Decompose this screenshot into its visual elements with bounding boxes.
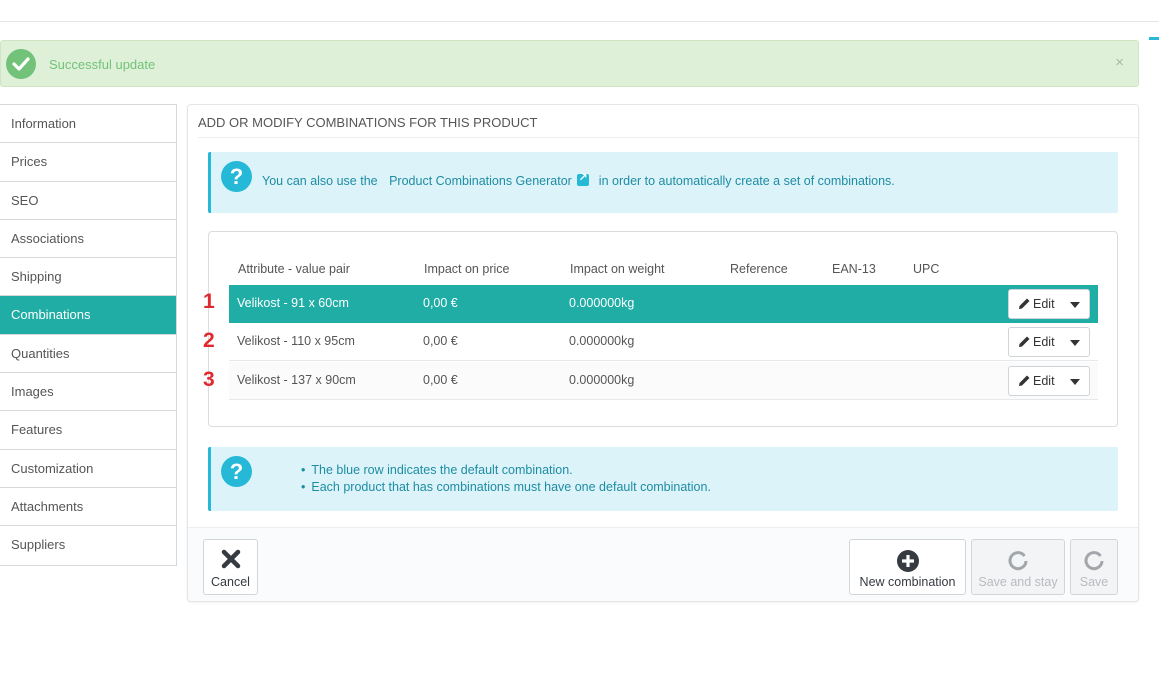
row-marker: 2 <box>203 329 215 352</box>
generator-info-text: You can also use the Product Combination… <box>262 171 895 188</box>
check-circle-icon <box>6 49 36 79</box>
sidebar-item-prices[interactable]: Prices <box>0 143 176 182</box>
generator-link-label[interactable]: Product Combinations Generator <box>389 174 572 188</box>
success-alert: Successful update × <box>0 40 1139 87</box>
edit-label[interactable]: Edit <box>1033 335 1055 349</box>
alert-message: Successful update <box>49 57 156 72</box>
cell-weight: 0.000000kg <box>569 334 635 348</box>
save-and-stay-button[interactable]: Save and stay <box>971 539 1065 595</box>
close-icon <box>221 549 240 569</box>
edit-label[interactable]: Edit <box>1033 374 1055 388</box>
sidebar-item-information[interactable]: Information <box>0 105 176 144</box>
refresh-icon <box>1084 551 1104 571</box>
top-accent-bar <box>1149 37 1159 40</box>
caret-down-icon[interactable] <box>1070 302 1080 308</box>
sidebar-item-suppliers[interactable]: Suppliers <box>0 526 176 564</box>
heading-divider <box>198 137 1138 138</box>
cell-attribute: Velikost - 91 x 60cm <box>237 296 349 310</box>
info-list: The blue row indicates the default combi… <box>301 462 711 496</box>
cell-weight: 0.000000kg <box>569 296 635 310</box>
caret-down-icon[interactable] <box>1070 340 1080 346</box>
pencil-icon <box>1019 298 1030 309</box>
combinations-table: Attribute - value pair Impact on price I… <box>203 231 1118 427</box>
refresh-icon <box>1008 551 1028 571</box>
cell-price: 0,00 € <box>423 373 458 387</box>
new-combination-label[interactable]: New combination <box>850 575 965 589</box>
cancel-button[interactable]: Cancel <box>203 539 258 595</box>
new-combination-button[interactable]: New combination <box>849 539 966 595</box>
sidebar-item-images[interactable]: Images <box>0 373 176 412</box>
cell-weight: 0.000000kg <box>569 373 635 387</box>
column-header-price: Impact on price <box>424 262 510 276</box>
plus-circle-icon <box>896 550 919 572</box>
list-item: Each product that has combinations must … <box>301 479 711 496</box>
column-header-weight: Impact on weight <box>570 262 665 276</box>
alert-close-button[interactable]: × <box>1115 54 1124 71</box>
column-header-ean13: EAN-13 <box>832 262 876 276</box>
row-marker: 1 <box>203 290 215 313</box>
save-label[interactable]: Save <box>1071 575 1117 589</box>
question-icon: ? <box>221 456 252 487</box>
edit-button[interactable]: Edit <box>1008 327 1090 357</box>
table-row[interactable]: 3 Velikost - 137 x 90cm 0,00 € 0.000000k… <box>203 362 1098 400</box>
external-link-icon[interactable] <box>577 171 590 186</box>
column-header-attribute: Attribute - value pair <box>238 262 350 276</box>
sidebar-item-shipping[interactable]: Shipping <box>0 258 176 297</box>
combinations-generator-link[interactable]: Product Combinations Generator <box>389 171 590 188</box>
pencil-icon <box>1019 375 1030 386</box>
cell-price: 0,00 € <box>423 296 458 310</box>
cell-attribute: Velikost - 110 x 95cm <box>237 334 355 348</box>
generator-info-box: ? You can also use the Product Combinati… <box>208 152 1118 213</box>
default-combination-info-box: ? The blue row indicates the default com… <box>208 447 1118 511</box>
info-suffix: in order to automatically create a set o… <box>598 174 895 188</box>
top-bar <box>0 0 1159 22</box>
sidebar-item-quantities[interactable]: Quantities <box>0 335 176 374</box>
panel-heading: ADD OR MODIFY COMBINATIONS FOR THIS PROD… <box>198 115 538 130</box>
sidebar-item-attachments[interactable]: Attachments <box>0 488 176 527</box>
info-prefix: You can also use the <box>262 174 378 188</box>
sidebar-item-features[interactable]: Features <box>0 411 176 450</box>
list-item: The blue row indicates the default combi… <box>301 462 711 479</box>
save-button[interactable]: Save <box>1070 539 1118 595</box>
combinations-panel: ADD OR MODIFY COMBINATIONS FOR THIS PROD… <box>187 104 1139 602</box>
caret-down-icon[interactable] <box>1070 379 1080 385</box>
edit-label[interactable]: Edit <box>1033 297 1055 311</box>
cell-attribute: Velikost - 137 x 90cm <box>237 373 356 387</box>
column-header-upc: UPC <box>913 262 940 276</box>
pencil-icon <box>1019 336 1030 347</box>
column-header-reference: Reference <box>730 262 788 276</box>
edit-button[interactable]: Edit <box>1008 366 1090 396</box>
panel-footer: Cancel New combination Save and stay Sav… <box>188 527 1138 601</box>
question-icon: ? <box>221 161 252 192</box>
sidebar-item-associations[interactable]: Associations <box>0 220 176 259</box>
row-marker: 3 <box>203 368 215 391</box>
sidebar-item-combinations[interactable]: Combinations <box>0 296 176 335</box>
sidebar-item-seo[interactable]: SEO <box>0 182 176 220</box>
product-tabs-sidebar: Information Prices SEO Associations Ship… <box>0 104 177 566</box>
table-row[interactable]: 2 Velikost - 110 x 95cm 0,00 € 0.000000k… <box>203 323 1098 361</box>
table-row[interactable]: 1 Velikost - 91 x 60cm 0,00 € 0.000000kg… <box>203 285 1098 323</box>
edit-button[interactable]: Edit <box>1008 289 1090 319</box>
cell-price: 0,00 € <box>423 334 458 348</box>
cancel-label[interactable]: Cancel <box>204 575 257 589</box>
sidebar-item-customization[interactable]: Customization <box>0 450 176 488</box>
save-and-stay-label[interactable]: Save and stay <box>972 575 1064 589</box>
